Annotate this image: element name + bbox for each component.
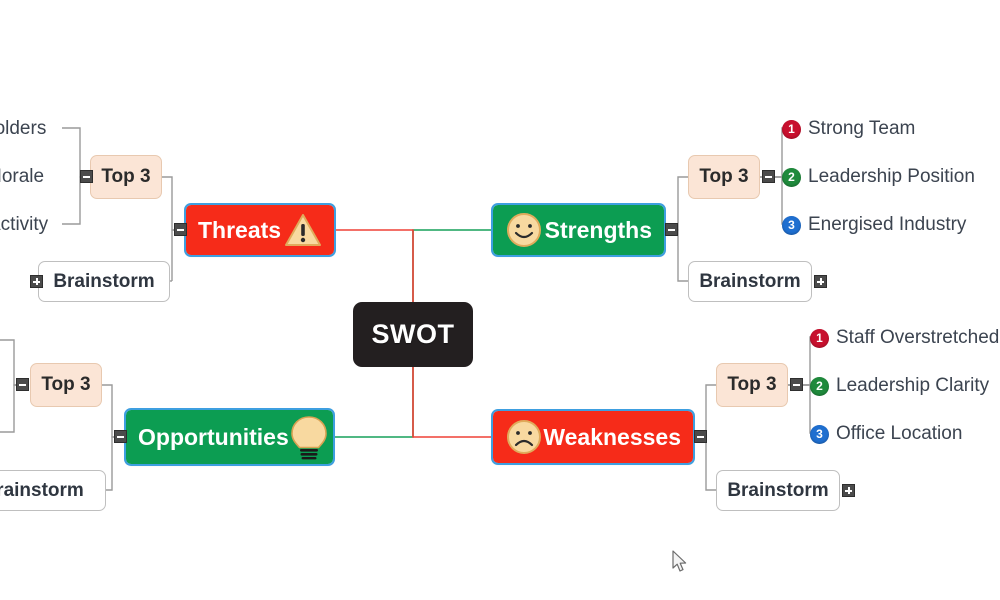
brainstorm-label: Brainstorm	[53, 270, 155, 292]
collapse-handle-weaknesses-top3[interactable]	[790, 378, 803, 391]
brainstorm-node-strengths[interactable]: Brainstorm	[688, 261, 812, 302]
branch-node-threats[interactable]: Threats	[184, 203, 336, 257]
mouse-cursor	[672, 550, 687, 572]
badge-number: 3	[810, 424, 829, 444]
top3-label: Top 3	[727, 374, 777, 395]
top3-node-threats[interactable]: Top 3	[90, 155, 162, 199]
root-label: SWOT	[371, 319, 455, 349]
list-item-label: Office Location	[836, 423, 963, 444]
list-item[interactable]: 2 Leadership Clarity	[810, 375, 989, 397]
list-item[interactable]: holders	[0, 118, 46, 140]
collapse-handle-opportunities-top3[interactable]	[16, 378, 29, 391]
top3-label: Top 3	[101, 166, 151, 187]
smiley-face-icon	[507, 213, 541, 247]
collapse-handle-strengths-top3[interactable]	[762, 170, 775, 183]
branch-label-threats: Threats	[198, 216, 282, 243]
top3-label: Top 3	[699, 166, 749, 187]
expand-handle-weaknesses-brainstorm[interactable]	[842, 484, 855, 497]
collapse-handle-weaknesses[interactable]	[694, 430, 707, 443]
top3-node-strengths[interactable]: Top 3	[688, 155, 760, 199]
list-item[interactable]: 1 Staff Overstretched	[810, 327, 999, 349]
branch-node-weaknesses[interactable]: Weaknesses	[491, 409, 695, 465]
sad-face-icon	[507, 420, 541, 454]
brainstorm-node-opportunities[interactable]: rainstorm	[0, 470, 106, 511]
collapse-handle-strengths[interactable]	[665, 223, 678, 236]
list-item[interactable]: 3 Office Location	[810, 423, 962, 445]
collapse-handle-threats-top3[interactable]	[80, 170, 93, 183]
list-item[interactable]: 3 Energised Industry	[782, 214, 966, 236]
mindmap-canvas[interactable]: SWOT Strengths Top 3 Brainstorm 1 Strong…	[0, 0, 1000, 600]
expand-handle-threats-brainstorm[interactable]	[30, 275, 43, 288]
list-item-label: Leadership Position	[808, 166, 975, 187]
list-item[interactable]: Morale	[0, 166, 44, 188]
badge-number: 2	[782, 167, 801, 187]
brainstorm-label: Brainstorm	[699, 270, 801, 292]
top3-node-opportunities[interactable]: Top 3	[30, 363, 102, 407]
list-item-label: Leadership Clarity	[836, 375, 990, 396]
list-item[interactable]: 1 Strong Team	[782, 118, 915, 140]
brainstorm-label: Brainstorm	[727, 479, 829, 501]
collapse-handle-opportunities[interactable]	[114, 430, 127, 443]
badge-number: 1	[810, 328, 829, 348]
top3-node-weaknesses[interactable]: Top 3	[716, 363, 788, 407]
branch-label-opportunities: Opportunities	[138, 423, 289, 450]
lightbulb-icon	[290, 416, 327, 460]
badge-number: 3	[782, 215, 801, 235]
brainstorm-node-threats[interactable]: Brainstorm	[38, 261, 170, 302]
badge-number: 2	[810, 376, 829, 396]
list-item-label: holders	[0, 118, 47, 139]
list-item-label: Activity	[0, 214, 49, 235]
list-item-label: Strong Team	[808, 118, 916, 139]
branch-node-opportunities[interactable]: Opportunities	[124, 408, 335, 466]
branch-node-strengths[interactable]: Strengths	[491, 203, 666, 257]
list-item-label: Energised Industry	[808, 214, 967, 235]
warning-triangle-icon	[285, 214, 321, 246]
list-item[interactable]: Activity	[0, 214, 48, 236]
top3-label: Top 3	[41, 374, 91, 395]
collapse-handle-threats[interactable]	[174, 223, 187, 236]
root-node-swot[interactable]: SWOT	[353, 302, 473, 367]
branch-label-weaknesses: Weaknesses	[543, 423, 681, 450]
list-item-label: Morale	[0, 166, 45, 187]
brainstorm-node-weaknesses[interactable]: Brainstorm	[716, 470, 840, 511]
brainstorm-label: rainstorm	[0, 479, 84, 501]
badge-number: 1	[782, 119, 801, 139]
branch-label-strengths: Strengths	[544, 216, 652, 243]
expand-handle-strengths-brainstorm[interactable]	[814, 275, 827, 288]
list-item[interactable]: 2 Leadership Position	[782, 166, 975, 188]
list-item-label: Staff Overstretched	[836, 327, 1000, 348]
